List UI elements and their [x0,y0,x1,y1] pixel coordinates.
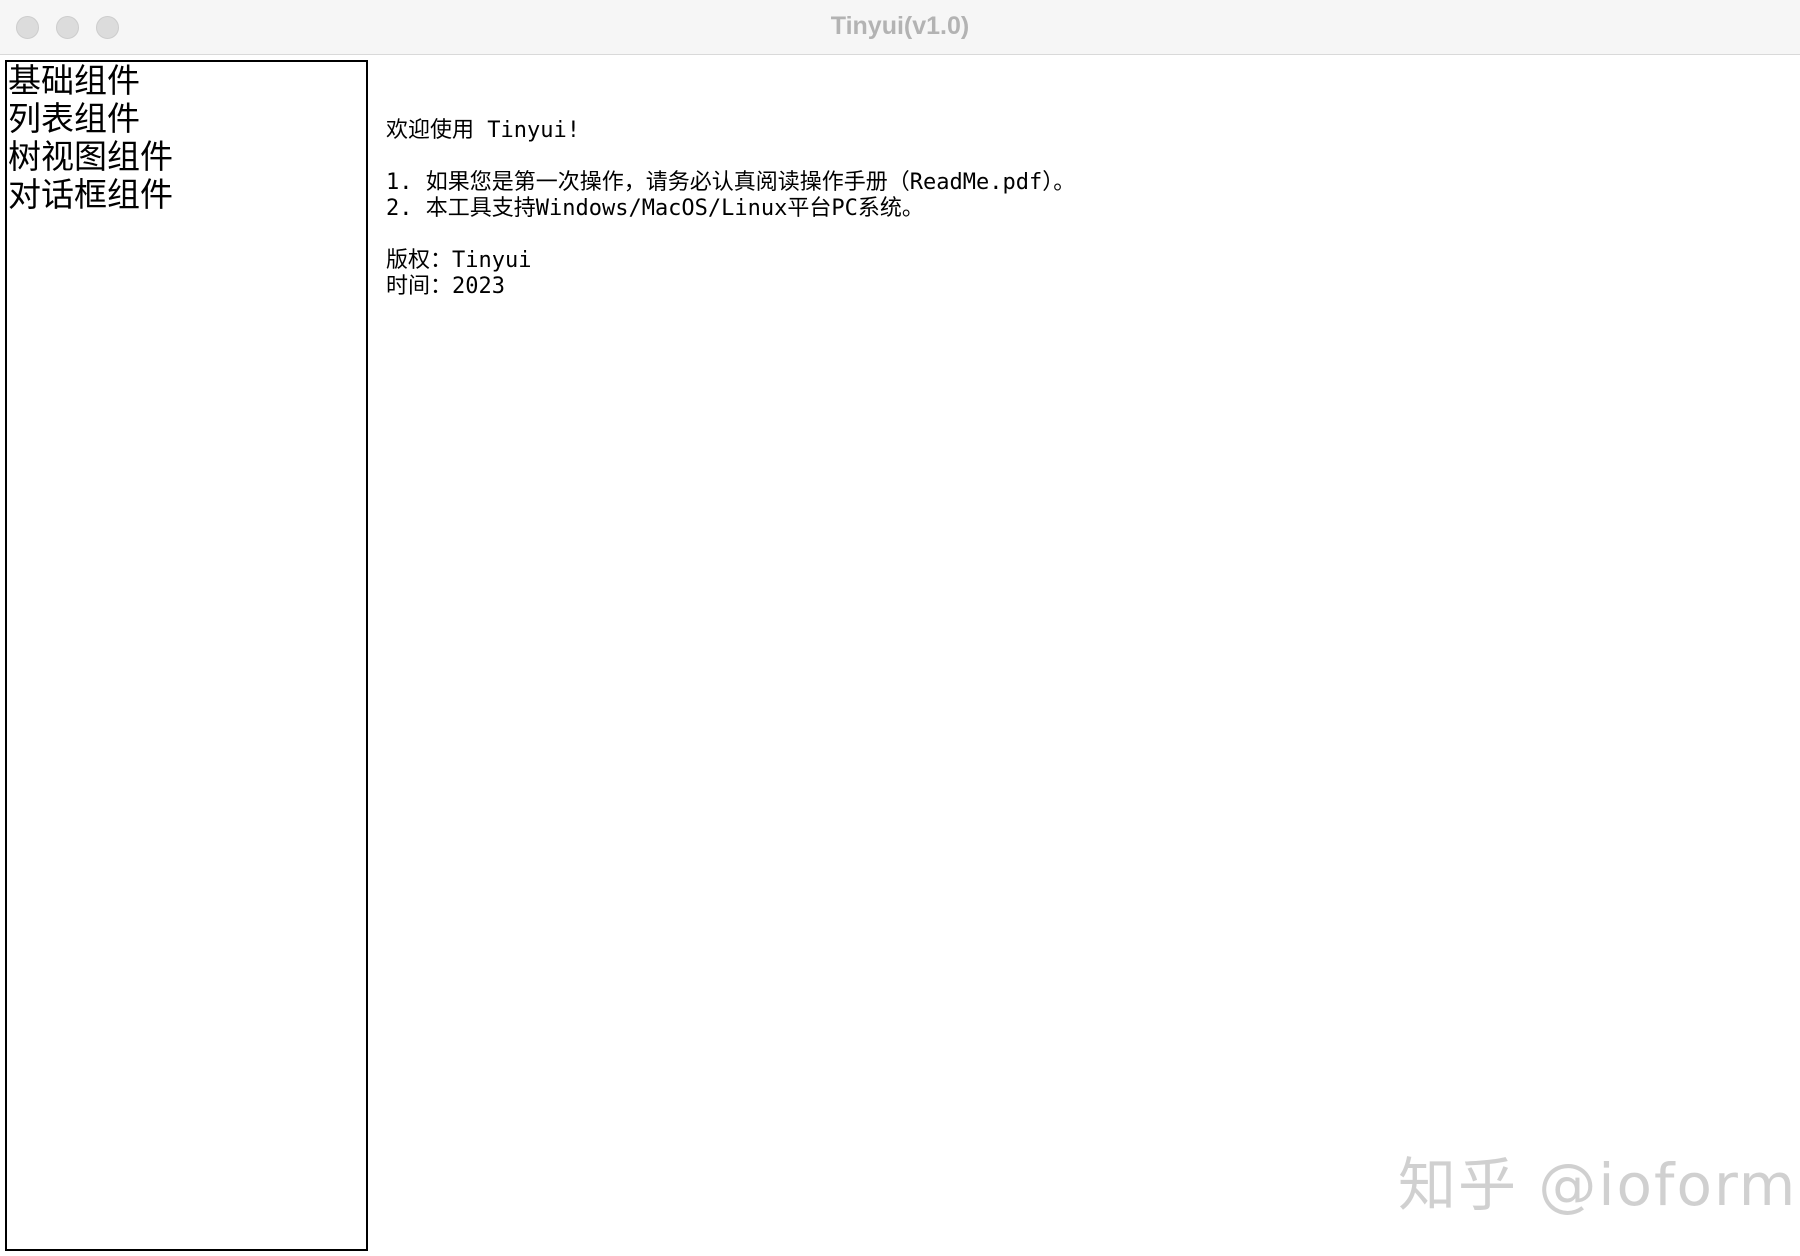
window-title: Tinyui(v1.0) [830,12,970,40]
sidebar-item-list-components[interactable]: 列表组件 [7,100,366,138]
sidebar-item-basic-components[interactable]: 基础组件 [7,62,366,100]
note-line-1: 1. 如果您是第一次操作，请务必认真阅读操作手册（ReadMe.pdf）。 [386,170,1076,195]
date-line: 时间：2023 [386,274,505,299]
welcome-text-area: 欢迎使用 Tinyui! 1. 如果您是第一次操作，请务必认真阅读操作手册（Re… [386,118,1766,300]
sidebar-item-dialog-components[interactable]: 对话框组件 [7,176,366,214]
title-bar[interactable]: Tinyui(v1.0) [0,0,1800,55]
copyright-line: 版权：Tinyui [386,248,532,273]
sidebar-item-treeview-components[interactable]: 树视图组件 [7,138,366,176]
app-window: Tinyui(v1.0) 基础组件 列表组件 树视图组件 对话框组件 欢迎使用 … [0,0,1800,1256]
sidebar-list: 基础组件 列表组件 树视图组件 对话框组件 [7,62,366,214]
welcome-heading: 欢迎使用 Tinyui! [386,118,580,143]
sidebar-listbox[interactable]: 基础组件 列表组件 树视图组件 对话框组件 [5,60,368,1251]
watermark-text: 知乎 @ioformo [1398,1151,1800,1219]
note-line-2: 2. 本工具支持Windows/MacOS/Linux平台PC系统。 [386,196,924,221]
